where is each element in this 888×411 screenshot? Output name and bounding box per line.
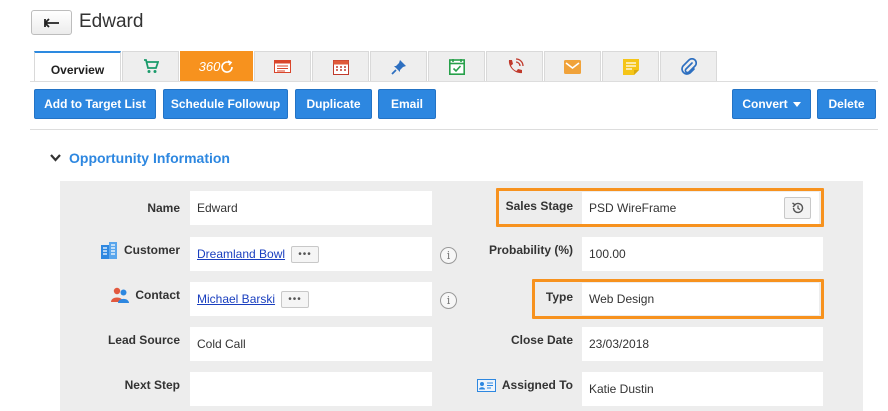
id-card-icon bbox=[476, 378, 496, 392]
assigned-to-label: Assigned To bbox=[501, 378, 573, 392]
sales-stage-value: PSD WireFrame bbox=[582, 192, 819, 224]
history-button[interactable] bbox=[784, 197, 811, 219]
type-value: Web Design bbox=[582, 283, 819, 315]
pin-icon bbox=[390, 59, 406, 75]
section-title: Opportunity Information bbox=[69, 150, 230, 166]
customer-link[interactable]: Dreamland Bowl bbox=[197, 247, 285, 261]
list-icon bbox=[274, 60, 291, 73]
name-label: Name bbox=[147, 201, 180, 215]
tab-divider bbox=[30, 81, 878, 82]
paperclip-icon bbox=[680, 57, 697, 75]
cart-icon bbox=[143, 59, 159, 73]
refresh-icon bbox=[221, 59, 234, 73]
section-header[interactable]: Opportunity Information bbox=[50, 150, 230, 166]
contact-info-icon[interactable]: i bbox=[440, 292, 457, 309]
tab-360-label: 360 bbox=[198, 59, 221, 74]
tab-calendar[interactable] bbox=[312, 51, 369, 81]
sales-stage-label: Sales Stage bbox=[505, 199, 573, 213]
next-step-label: Next Step bbox=[124, 378, 180, 392]
email-button[interactable]: Email bbox=[378, 89, 436, 119]
caret-down-icon bbox=[792, 101, 801, 107]
lead-source-label: Lead Source bbox=[107, 333, 180, 347]
customer-more-button[interactable]: ••• bbox=[291, 245, 320, 263]
next-step-value bbox=[190, 372, 432, 406]
contact-value: Michael Barski ••• bbox=[190, 282, 432, 316]
contact-more-button[interactable]: ••• bbox=[281, 290, 310, 308]
phone-icon bbox=[508, 57, 524, 73]
calendar-icon bbox=[332, 59, 349, 75]
convert-label: Convert bbox=[742, 97, 788, 111]
tab-360[interactable]: 360 bbox=[180, 51, 253, 81]
tab-attachment[interactable] bbox=[660, 51, 717, 81]
close-date-label: Close Date bbox=[510, 333, 573, 347]
customer-label-wrap: Customer bbox=[80, 233, 180, 267]
contact-link[interactable]: Michael Barski bbox=[197, 292, 275, 306]
schedule-followup-button[interactable]: Schedule Followup bbox=[163, 89, 288, 119]
tab-note[interactable] bbox=[602, 51, 659, 81]
contact-label: Contact bbox=[135, 288, 180, 302]
add-to-target-list-button[interactable]: Add to Target List bbox=[34, 89, 156, 119]
contact-icon bbox=[111, 287, 130, 303]
assigned-to-value: Katie Dustin bbox=[582, 372, 823, 406]
page-title: Edward bbox=[79, 11, 144, 32]
check-calendar-icon bbox=[448, 59, 465, 75]
note-icon bbox=[622, 58, 639, 75]
tab-pin[interactable] bbox=[370, 51, 427, 81]
back-button[interactable] bbox=[31, 10, 72, 35]
chevron-down-icon bbox=[50, 154, 61, 162]
tab-list[interactable] bbox=[254, 51, 311, 81]
customer-label: Customer bbox=[123, 243, 180, 257]
tab-bar: Overview 360 bbox=[34, 51, 718, 81]
tab-task[interactable] bbox=[428, 51, 485, 81]
customer-value: Dreamland Bowl ••• bbox=[190, 237, 432, 271]
close-date-value: 23/03/2018 bbox=[582, 327, 823, 361]
tab-call[interactable] bbox=[486, 51, 543, 81]
delete-button[interactable]: Delete bbox=[817, 89, 876, 119]
tab-overview-label: Overview bbox=[50, 63, 105, 77]
probability-label: Probability (%) bbox=[488, 243, 573, 257]
name-value: Edward bbox=[190, 191, 432, 225]
convert-button[interactable]: Convert bbox=[732, 89, 811, 119]
tab-mail[interactable] bbox=[544, 51, 601, 81]
tab-cart[interactable] bbox=[122, 51, 179, 81]
toolbar-divider bbox=[30, 129, 878, 130]
assigned-to-label-wrap: Assigned To bbox=[470, 368, 573, 402]
customer-info-icon[interactable]: i bbox=[440, 247, 457, 264]
probability-value: 100.00 bbox=[582, 237, 823, 271]
building-icon bbox=[100, 241, 117, 259]
duplicate-button[interactable]: Duplicate bbox=[295, 89, 372, 119]
arrow-left-icon bbox=[43, 17, 59, 28]
tab-overview[interactable]: Overview bbox=[34, 51, 121, 81]
contact-label-wrap: Contact bbox=[80, 278, 180, 312]
sales-stage-text: PSD WireFrame bbox=[589, 201, 677, 215]
lead-source-value: Cold Call bbox=[190, 327, 432, 361]
history-icon bbox=[791, 202, 803, 214]
type-label: Type bbox=[545, 290, 573, 304]
mail-icon bbox=[564, 59, 581, 74]
